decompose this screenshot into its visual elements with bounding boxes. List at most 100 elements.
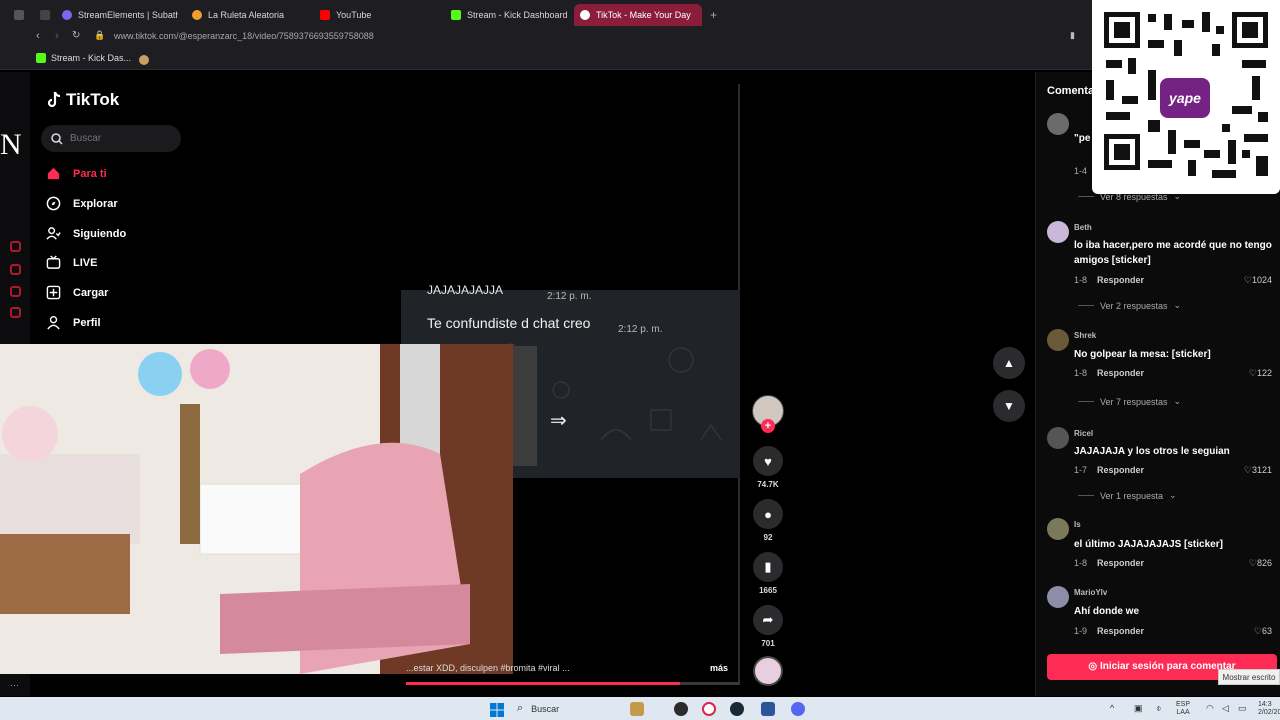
- view-replies-button[interactable]: Ver 7 respuestas ⌄: [1078, 396, 1181, 407]
- discord-icon[interactable]: [791, 702, 805, 716]
- steam-icon[interactable]: [730, 702, 744, 716]
- comment-avatar[interactable]: [1047, 586, 1069, 608]
- battery-icon[interactable]: ▭: [1238, 703, 1247, 714]
- heart-icon[interactable]: ♥: [753, 446, 783, 476]
- comment-text: JAJAJAJA y los otros le seguian: [1074, 446, 1230, 457]
- tab-kick[interactable]: Stream - Kick Dashboard: [445, 4, 569, 26]
- url-field[interactable]: www.tiktok.com/@esperanzarc_18/video/758…: [114, 31, 374, 41]
- comment-meta: 1-8 Responder: [1074, 558, 1144, 568]
- reply-button[interactable]: Responder: [1097, 558, 1144, 568]
- nav-para-ti[interactable]: Para ti: [46, 166, 107, 181]
- reply-button[interactable]: Responder: [1097, 465, 1144, 475]
- widget-icon[interactable]: [630, 702, 644, 716]
- bookmark-icon[interactable]: ▮: [1070, 30, 1075, 41]
- comment-username[interactable]: Ricel: [1074, 429, 1093, 438]
- comment-likes[interactable]: ♡826: [1249, 558, 1272, 569]
- comment-avatar[interactable]: [1047, 221, 1069, 243]
- comment-likes[interactable]: ♡122: [1249, 368, 1272, 379]
- rail-app-icon-1[interactable]: [10, 241, 21, 252]
- new-tab-button[interactable]: +: [704, 4, 718, 26]
- comment-meta-partial: 1-4: [1074, 166, 1087, 176]
- back-icon[interactable]: ‹: [36, 30, 40, 42]
- tiktok-note-icon: [47, 91, 61, 108]
- profile-icon: [47, 315, 60, 330]
- comment-likes[interactable]: ♡63: [1254, 626, 1272, 637]
- comment-date: 1-4: [1074, 166, 1088, 176]
- previous-video-button[interactable]: ▲: [993, 347, 1025, 379]
- comment-username[interactable]: MarioYlv: [1074, 588, 1107, 597]
- comment-username[interactable]: Shrek: [1074, 331, 1096, 340]
- nav-live[interactable]: LIVE: [46, 255, 97, 270]
- tab-streamelements[interactable]: StreamElements | Subatho: [56, 4, 178, 26]
- share-action[interactable]: ➦ 701: [752, 605, 784, 648]
- save-action[interactable]: ▮ 1665: [752, 552, 784, 595]
- view-replies-button[interactable]: Ver 2 respuestas ⌄: [1078, 300, 1181, 311]
- nav-explorar[interactable]: Explorar: [46, 196, 118, 211]
- view-replies-button[interactable]: Ver 1 respuesta ⌄: [1078, 490, 1177, 501]
- tab-youtube[interactable]: YouTube: [314, 4, 434, 26]
- tab-icon-placeholder[interactable]: [8, 4, 26, 26]
- windows-start-icon[interactable]: [490, 703, 504, 717]
- word-icon[interactable]: [761, 702, 775, 716]
- rail-app-icon-2[interactable]: [10, 264, 21, 275]
- chevron-down-icon: ⌄: [1173, 300, 1182, 310]
- tray-chevron-icon[interactable]: ^: [1110, 703, 1114, 713]
- rail-app-icon-4[interactable]: [10, 307, 21, 318]
- search-input[interactable]: [70, 133, 170, 144]
- music-disc-icon[interactable]: [753, 656, 783, 686]
- more-dots-icon[interactable]: ···: [10, 680, 19, 690]
- comment-username[interactable]: Beth: [1074, 223, 1092, 232]
- window-icon: [40, 10, 50, 20]
- video-progress-bar[interactable]: [406, 682, 740, 685]
- language-code: ESP: [1176, 701, 1191, 708]
- nav-cargar[interactable]: Cargar: [46, 285, 108, 300]
- comment-icon[interactable]: ●: [753, 499, 783, 529]
- comment-avatar[interactable]: [1047, 427, 1069, 449]
- view-replies-label: Ver 1 respuesta: [1100, 490, 1164, 501]
- like-action[interactable]: ♥ 74.7K: [752, 446, 784, 489]
- tab-label: StreamElements | Subatho: [78, 10, 178, 20]
- comment-username[interactable]: Is: [1074, 520, 1081, 529]
- comment-likes[interactable]: ♡1024: [1244, 275, 1272, 286]
- next-video-button[interactable]: ▼: [993, 390, 1025, 422]
- tab-icon-placeholder-2[interactable]: [34, 4, 50, 26]
- comment-action[interactable]: ● 92: [752, 499, 784, 542]
- app-icon[interactable]: [674, 702, 688, 716]
- comment-avatar[interactable]: [1047, 113, 1069, 135]
- taskbar-search[interactable]: ⌕ Buscar: [517, 700, 617, 717]
- yape-logo: yape: [1160, 78, 1210, 118]
- follow-plus-icon[interactable]: +: [761, 419, 775, 433]
- nav-perfil[interactable]: Perfil: [46, 315, 101, 330]
- tray-app-icon[interactable]: ▣: [1134, 703, 1143, 714]
- comment-avatar[interactable]: [1047, 329, 1069, 351]
- tab-tiktok[interactable]: TikTok - Make Your Day: [574, 4, 702, 26]
- wifi-icon[interactable]: ◠: [1206, 703, 1214, 714]
- extension-icon[interactable]: [139, 55, 149, 65]
- opera-icon[interactable]: [702, 702, 716, 716]
- plus-icon: +: [710, 8, 718, 22]
- comment-meta: 1-8 Responder: [1074, 368, 1144, 378]
- tab-ruleta[interactable]: La Ruleta Aleatoria: [186, 4, 304, 26]
- reply-button[interactable]: Responder: [1097, 275, 1144, 285]
- bookmarks-bar: [0, 48, 1280, 70]
- tiktok-logo[interactable]: TikTok: [46, 90, 119, 110]
- clock[interactable]: 14:3 2/02/20: [1258, 701, 1280, 717]
- forward-nav-icon[interactable]: ›: [55, 30, 59, 42]
- share-icon[interactable]: ➦: [753, 605, 783, 635]
- nav-siguiendo[interactable]: Siguiendo: [46, 226, 126, 241]
- search-box[interactable]: [41, 125, 181, 152]
- volume-icon[interactable]: ◁: [1222, 703, 1229, 714]
- reply-button[interactable]: Responder: [1097, 626, 1144, 636]
- reply-button[interactable]: Responder: [1097, 368, 1144, 378]
- kick-icon: [451, 10, 461, 20]
- language-indicator[interactable]: ESP LAA: [1176, 701, 1190, 717]
- caption-more-link[interactable]: más: [710, 663, 728, 673]
- reload-icon[interactable]: ↻: [72, 30, 80, 41]
- view-replies-label: Ver 2 respuestas: [1100, 300, 1168, 311]
- rail-app-icon-3[interactable]: [10, 286, 21, 297]
- comment-likes[interactable]: ♡3121: [1244, 465, 1272, 476]
- comment-avatar[interactable]: [1047, 518, 1069, 540]
- bookmark-save-icon[interactable]: ▮: [753, 552, 783, 582]
- bookmark-kick[interactable]: Stream - Kick Das...: [36, 53, 131, 63]
- microphone-icon[interactable]: ⌽: [1156, 703, 1161, 714]
